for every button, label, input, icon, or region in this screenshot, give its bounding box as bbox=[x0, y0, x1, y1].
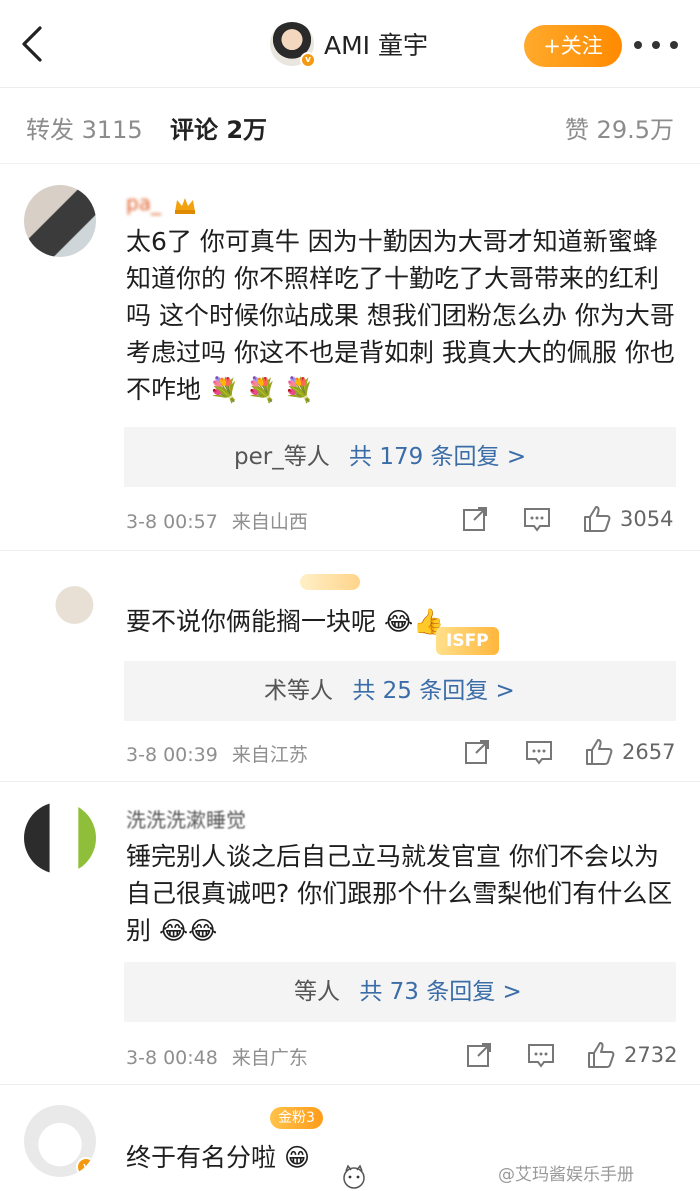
comment-icon[interactable] bbox=[522, 502, 552, 536]
comment-time: 3-8 00:57 bbox=[126, 511, 218, 533]
comment-text: 锤完别人谈之后自己立马就发官宣 你们不会以为自己很真诚吧? 你们跟那个什么雪梨他… bbox=[126, 842, 673, 945]
follow-button[interactable]: +关注 bbox=[524, 25, 622, 67]
author-header[interactable]: v AMI 童宇 bbox=[270, 22, 428, 68]
reply-preview[interactable]: 术等人 共 25 条回复 > bbox=[124, 661, 676, 721]
watermark: @艾玛酱娱乐手册 bbox=[498, 1165, 634, 1185]
comment-item: pa_ 太6了 你可真牛 因为十勤因为大哥才知道新蜜蜂 知道你的 你不照样吃了十… bbox=[0, 165, 700, 550]
like-button[interactable]: 2657 bbox=[584, 735, 675, 769]
back-icon[interactable] bbox=[14, 24, 54, 64]
reply-count-link[interactable]: 共 73 条回复 > bbox=[359, 979, 521, 1005]
top-bar: v AMI 童宇 +关注 bbox=[0, 0, 700, 88]
laughing-emoji-icon: 😂😂 bbox=[158, 916, 218, 945]
cat-sticker-icon bbox=[340, 1163, 368, 1191]
comment-item: 洗洗洗漱睡觉 锤完别人谈之后自己立马就发官宣 你们不会以为自己很真诚吧? 你们跟… bbox=[0, 782, 700, 1084]
comment-item: 要不说你俩能搁一块呢 😂👍 ISFP 术等人 共 25 条回复 > 3-8 00… bbox=[0, 551, 700, 781]
reply-preview[interactable]: 等人 共 73 条回复 > bbox=[124, 962, 676, 1022]
comment-meta: 3-8 00:57 来自山西 bbox=[126, 507, 308, 534]
author-avatar[interactable]: v bbox=[270, 22, 316, 68]
reply-users[interactable]: per_等人 bbox=[234, 444, 330, 470]
comment-meta: 3-8 00:48 来自广东 bbox=[126, 1043, 308, 1070]
reply-users[interactable]: 术等人 bbox=[264, 678, 333, 704]
verified-badge-icon: v bbox=[300, 52, 316, 68]
reply-users[interactable]: 等人 bbox=[294, 979, 340, 1005]
reply-preview[interactable]: per_等人 共 179 条回复 > bbox=[124, 427, 676, 487]
grinning-emoji-icon: 😁 bbox=[283, 1143, 311, 1172]
reply-count-link[interactable]: 共 179 条回复 > bbox=[349, 444, 526, 470]
isfp-badge: ISFP bbox=[436, 627, 499, 655]
thumbs-up-icon bbox=[584, 506, 611, 532]
comment-actions: 2732 bbox=[464, 1038, 684, 1072]
fan-badge-icon bbox=[300, 574, 360, 590]
comment-actions: 3054 bbox=[460, 502, 680, 536]
comment-meta: 3-8 00:39 来自江苏 bbox=[126, 740, 308, 767]
comment-time: 3-8 00:39 bbox=[126, 744, 218, 766]
author-name[interactable]: AMI 童宇 bbox=[324, 26, 428, 62]
commenter-name[interactable] bbox=[300, 571, 360, 595]
like-count: 3054 bbox=[620, 507, 674, 531]
commenter-avatar[interactable] bbox=[24, 185, 96, 257]
comment-actions: 2657 bbox=[462, 735, 682, 769]
like-button[interactable]: 3054 bbox=[582, 502, 673, 536]
comment-icon[interactable] bbox=[526, 1038, 556, 1072]
like-count: 2657 bbox=[622, 740, 676, 764]
commenter-avatar[interactable] bbox=[24, 802, 96, 874]
comment-text: 太6了 你可真牛 因为十勤因为大哥才知道新蜜蜂 知道你的 你不照样吃了十勤吃了大… bbox=[126, 227, 675, 404]
fan-badge: 金粉3 bbox=[270, 1107, 323, 1129]
tab-repost[interactable]: 转发 3115 bbox=[26, 110, 143, 145]
thumbs-up-icon bbox=[588, 1042, 615, 1068]
tab-likes[interactable]: 赞 29.5万 bbox=[565, 110, 674, 145]
comment-icon[interactable] bbox=[524, 735, 554, 769]
share-icon[interactable] bbox=[460, 502, 490, 536]
share-icon[interactable] bbox=[464, 1038, 494, 1072]
comment-time: 3-8 00:48 bbox=[126, 1047, 218, 1069]
thumbs-up-icon bbox=[586, 739, 613, 765]
commenter-avatar[interactable] bbox=[24, 569, 96, 641]
like-button[interactable]: 2732 bbox=[586, 1038, 677, 1072]
comment-location: 来自山西 bbox=[231, 511, 308, 533]
more-options-icon[interactable] bbox=[634, 34, 678, 56]
commenter-name[interactable]: pa_ bbox=[126, 191, 197, 215]
like-count: 2732 bbox=[624, 1043, 678, 1067]
commenter-name[interactable]: 洗洗洗漱睡觉 bbox=[126, 804, 246, 833]
comment-text: 要不说你俩能搁一块呢 😂👍 bbox=[126, 607, 445, 636]
comment-location: 来自江苏 bbox=[231, 744, 308, 766]
commenter-avatar[interactable]: v bbox=[24, 1105, 96, 1177]
tab-comments[interactable]: 评论 2万 bbox=[170, 110, 267, 145]
tab-bar: 转发 3115 评论 2万 赞 29.5万 bbox=[0, 88, 700, 164]
thumbs-emoji-icon: 💐 💐 💐 bbox=[208, 376, 314, 404]
verified-badge-icon: v bbox=[76, 1157, 96, 1177]
crown-icon bbox=[173, 195, 197, 215]
share-icon[interactable] bbox=[462, 735, 492, 769]
reply-count-link[interactable]: 共 25 条回复 > bbox=[352, 678, 514, 704]
comment-location: 来自广东 bbox=[231, 1047, 308, 1069]
